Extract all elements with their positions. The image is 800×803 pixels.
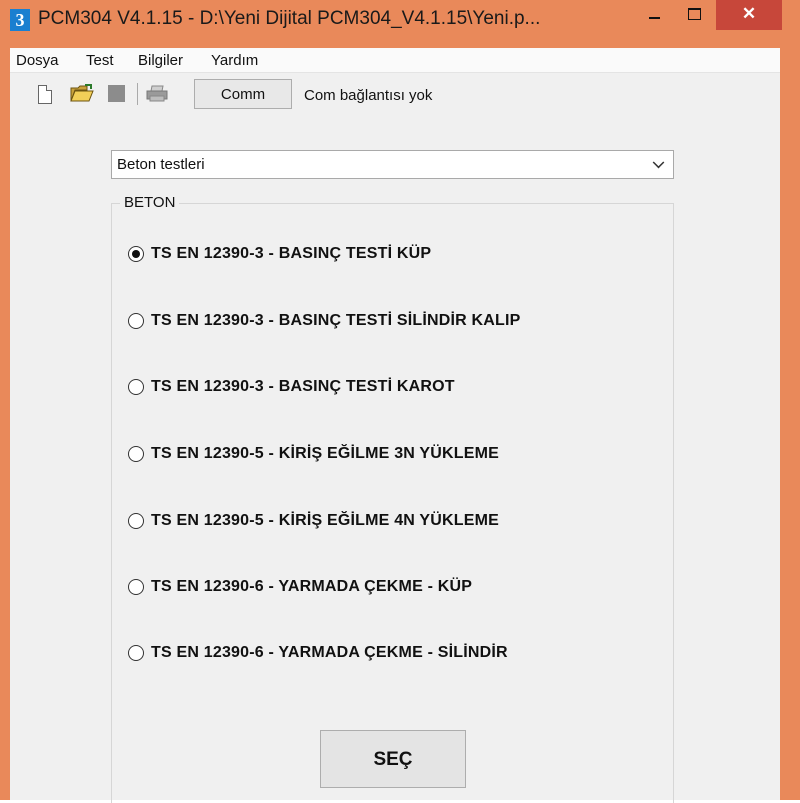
- radio-button[interactable]: [128, 645, 144, 661]
- radio-label: TS EN 12390-6 - YARMADA ÇEKME - KÜP: [151, 578, 473, 595]
- radio-label: TS EN 12390-3 - BASINÇ TESTİ KÜP: [151, 245, 432, 262]
- select-value: Beton testleri: [117, 156, 205, 173]
- minimize-button[interactable]: [636, 0, 672, 30]
- open-folder-icon[interactable]: [70, 84, 94, 102]
- maximize-icon: [688, 8, 701, 20]
- new-file-icon[interactable]: [38, 85, 52, 104]
- beton-group: BETON TS EN 12390-3 - BASINÇ TESTİ KÜP T…: [111, 194, 674, 803]
- menu-yardim[interactable]: Yardım: [211, 52, 258, 69]
- menu-dosya[interactable]: Dosya: [16, 52, 59, 69]
- radio-button[interactable]: [128, 513, 144, 529]
- radio-button[interactable]: [128, 313, 144, 329]
- group-legend: BETON: [120, 194, 180, 211]
- minimize-icon: [649, 17, 660, 19]
- maximize-button[interactable]: [676, 0, 712, 30]
- app-logo-icon[interactable]: 3: [10, 9, 30, 31]
- menu-test[interactable]: Test: [86, 52, 114, 69]
- radio-button[interactable]: [128, 446, 144, 462]
- test-category-select[interactable]: Beton testleri: [111, 150, 674, 179]
- menu-bar: Dosya Test Bilgiler Yardım: [10, 48, 780, 73]
- radio-label: TS EN 12390-5 - KİRİŞ EĞİLME 4N YÜKLEME: [151, 512, 500, 529]
- radio-button[interactable]: [128, 579, 144, 595]
- close-icon: ✕: [741, 4, 757, 23]
- toolbar-separator: [137, 83, 138, 105]
- window-title: PCM304 V4.1.15 - D:\Yeni Dijital PCM304_…: [38, 8, 541, 29]
- chevron-down-icon: [652, 156, 665, 169]
- save-icon[interactable]: [108, 85, 125, 102]
- radio-button-checked[interactable]: [128, 246, 144, 262]
- connection-status: Com bağlantısı yok: [304, 87, 433, 104]
- radio-label: TS EN 12390-5 - KİRİŞ EĞİLME 3N YÜKLEME: [151, 445, 500, 462]
- radio-label: TS EN 12390-3 - BASINÇ TESTİ SİLİNDİR KA…: [151, 312, 521, 329]
- menu-bilgiler[interactable]: Bilgiler: [138, 52, 183, 69]
- toolbar: Comm Com bağlantısı yok: [10, 74, 780, 114]
- print-icon[interactable]: [146, 85, 168, 102]
- app-window: 3 PCM304 V4.1.15 - D:\Yeni Dijital PCM30…: [0, 0, 800, 803]
- comm-button[interactable]: Comm: [194, 79, 292, 109]
- radio-label: TS EN 12390-3 - BASINÇ TESTİ KAROT: [151, 378, 455, 395]
- select-button[interactable]: SEÇ: [320, 730, 466, 788]
- radio-label: TS EN 12390-6 - YARMADA ÇEKME - SİLİNDİR: [151, 644, 508, 661]
- client-area: Dosya Test Bilgiler Yardım Comm Com bağl…: [10, 48, 780, 803]
- radio-button[interactable]: [128, 379, 144, 395]
- close-button[interactable]: ✕: [716, 0, 782, 30]
- title-bar[interactable]: 3 PCM304 V4.1.15 - D:\Yeni Dijital PCM30…: [0, 0, 800, 40]
